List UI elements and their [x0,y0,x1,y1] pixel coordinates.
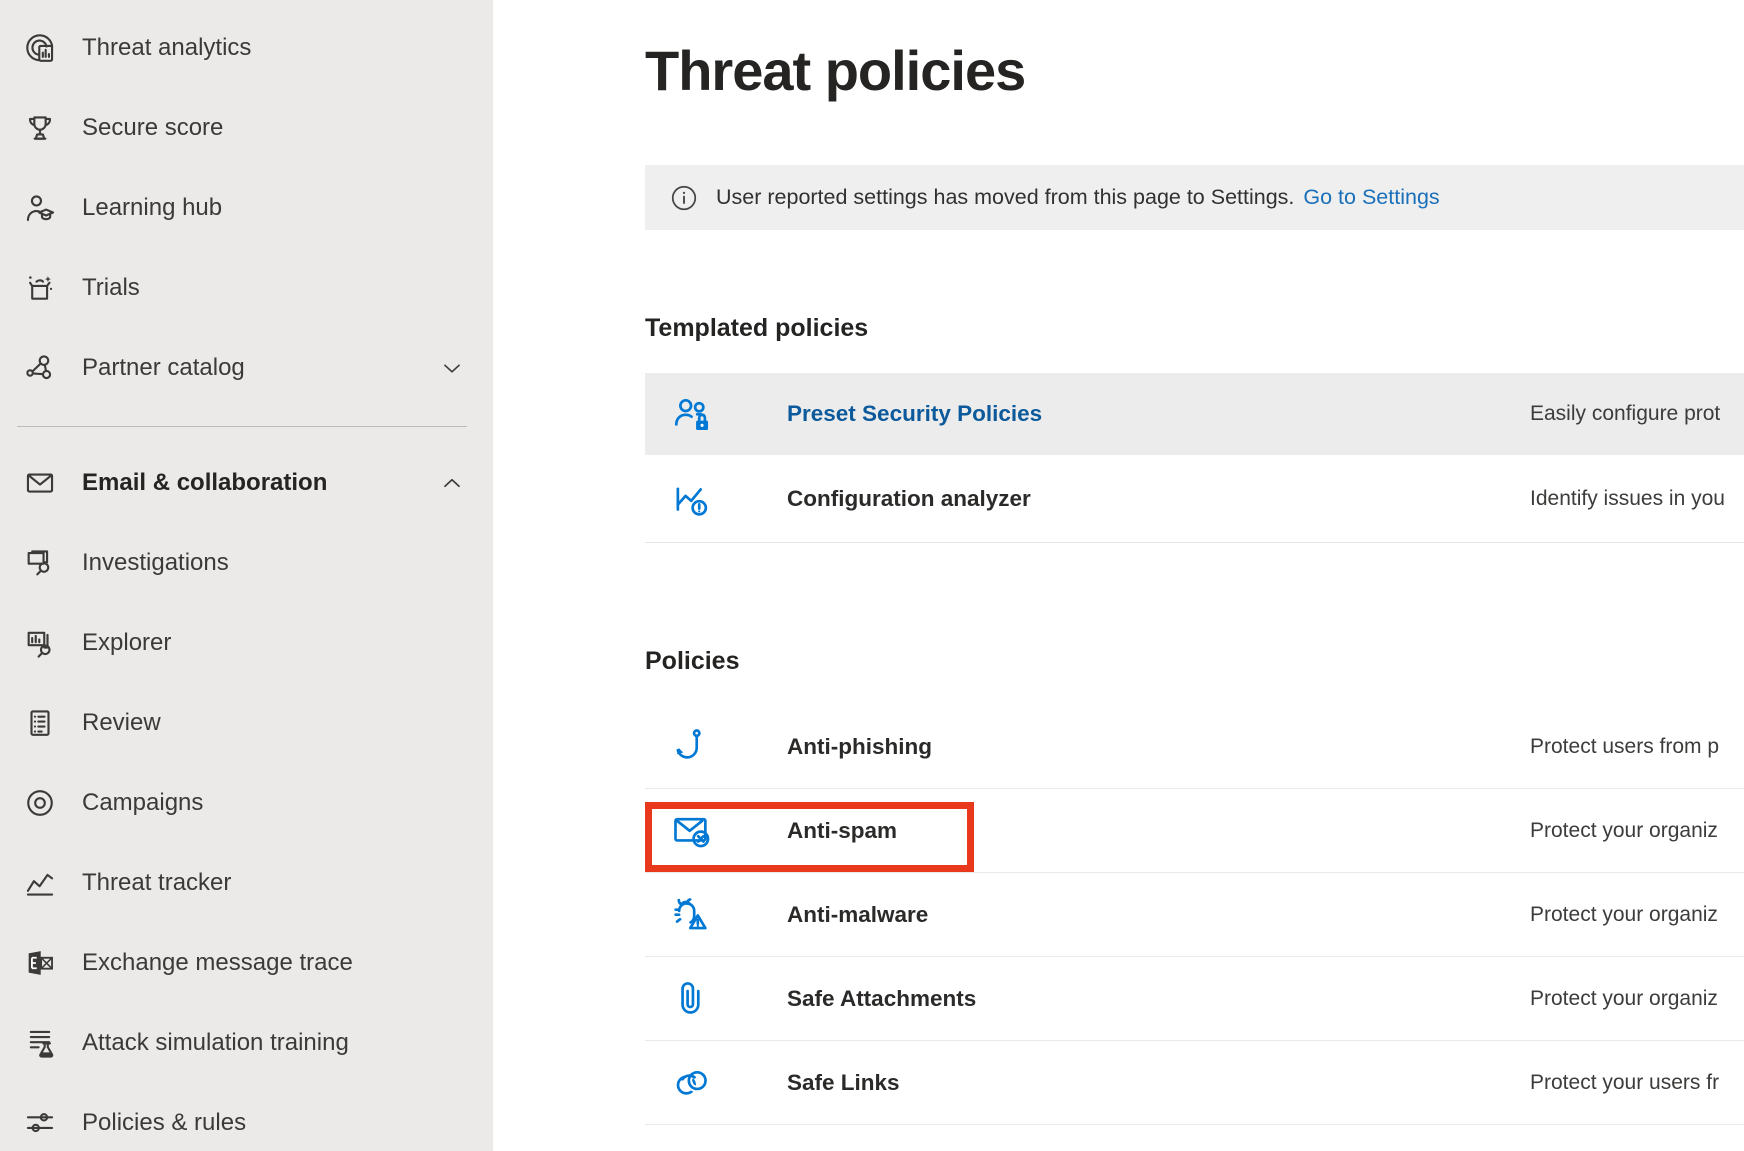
attack-simulation-training-icon [22,1025,58,1061]
sidebar-item-secure-score[interactable]: Secure score [0,88,493,168]
row-label: Safe Attachments [787,986,976,1012]
row-description: Easily configure prot [1530,402,1720,426]
chevron-up-icon[interactable] [439,470,465,496]
page-title: Threat policies [645,40,1025,102]
sidebar-item-label: Email & collaboration [82,469,327,497]
row-safe-links[interactable]: Safe Links Protect your users fr [645,1041,1744,1125]
chevron-down-icon[interactable] [439,355,465,381]
sidebar-item-label: Trials [82,274,140,302]
row-description: Protect your organiz [1530,987,1718,1011]
policies-rules-icon [22,1105,58,1141]
row-description: Protect your organiz [1530,819,1718,843]
templated-policies-list: Preset Security Policies Easily configur… [645,373,1744,543]
threat-analytics-icon [22,30,58,66]
sidebar-item-policies-rules[interactable]: Policies & rules [0,1083,493,1151]
sidebar-item-label: Campaigns [82,789,203,817]
configuration-analyzer-icon [669,476,715,522]
go-to-settings-link[interactable]: Go to Settings [1303,185,1439,210]
sidebar-item-label: Secure score [82,114,223,142]
safe-links-icon [669,1060,715,1106]
row-label: Anti-phishing [787,734,932,760]
sidebar-item-label: Attack simulation training [82,1029,349,1057]
exchange-message-trace-icon [22,945,58,981]
row-anti-spam[interactable]: Anti-spam Protect your organiz [645,789,1744,873]
learning-hub-icon [22,190,58,226]
sidebar-nav: Threat analytics Secure score Learning h… [0,0,493,1151]
anti-spam-icon [669,808,715,854]
row-label: Preset Security Policies [787,401,1042,427]
row-label: Anti-malware [787,902,928,928]
main-content: Threat policies User reported settings h… [493,0,1744,1151]
row-description: Identify issues in you [1530,487,1725,511]
policies-heading: Policies [645,647,740,676]
policies-list: Anti-phishing Protect users from p Anti-… [645,705,1744,1125]
campaigns-icon [22,785,58,821]
anti-phishing-icon [669,724,715,770]
safe-attachments-icon [669,976,715,1022]
row-label: Configuration analyzer [787,486,1031,512]
sidebar-item-investigations[interactable]: Investigations [0,523,493,603]
sidebar-item-label: Review [82,709,161,737]
defender-portal-screen: Threat analytics Secure score Learning h… [0,0,1744,1151]
mail-icon [22,465,58,501]
row-anti-malware[interactable]: Anti-malware Protect your organiz [645,873,1744,957]
info-icon [669,183,699,213]
sidebar-item-partner-catalog[interactable]: Partner catalog [0,328,493,408]
investigations-icon [22,545,58,581]
templated-policies-heading: Templated policies [645,314,868,343]
sidebar-item-learning-hub[interactable]: Learning hub [0,168,493,248]
sidebar-item-threat-tracker[interactable]: Threat tracker [0,843,493,923]
sidebar-item-label: Exchange message trace [82,949,353,977]
sidebar-item-email-collaboration[interactable]: Email & collaboration [0,443,493,523]
anti-malware-icon [669,892,715,938]
row-label: Safe Links [787,1070,900,1096]
sidebar-item-label: Explorer [82,629,171,657]
row-description: Protect your users fr [1530,1071,1719,1095]
sidebar-item-label: Partner catalog [82,354,245,382]
row-description: Protect your organiz [1530,903,1718,927]
threat-tracker-icon [22,865,58,901]
sidebar-item-label: Learning hub [82,194,222,222]
sidebar-item-review[interactable]: Review [0,683,493,763]
sidebar-item-exchange-message-trace[interactable]: Exchange message trace [0,923,493,1003]
info-banner: User reported settings has moved from th… [645,165,1744,230]
sidebar-item-attack-simulation-training[interactable]: Attack simulation training [0,1003,493,1083]
sidebar-divider [17,426,467,427]
row-safe-attachments[interactable]: Safe Attachments Protect your organiz [645,957,1744,1041]
explorer-icon [22,625,58,661]
sidebar-item-label: Investigations [82,549,229,577]
partner-catalog-icon [22,350,58,386]
banner-message: User reported settings has moved from th… [716,185,1294,210]
sidebar-item-trials[interactable]: Trials [0,248,493,328]
row-anti-phishing[interactable]: Anti-phishing Protect users from p [645,705,1744,789]
review-icon [22,705,58,741]
trials-icon [22,270,58,306]
sidebar-item-label: Policies & rules [82,1109,246,1137]
sidebar-item-explorer[interactable]: Explorer [0,603,493,683]
row-preset-security-policies[interactable]: Preset Security Policies Easily configur… [645,373,1744,455]
row-configuration-analyzer[interactable]: Configuration analyzer Identify issues i… [645,455,1744,543]
sidebar-item-campaigns[interactable]: Campaigns [0,763,493,843]
trophy-icon [22,110,58,146]
sidebar-item-label: Threat tracker [82,869,231,897]
row-label: Anti-spam [787,818,897,844]
sidebar-item-label: Threat analytics [82,34,251,62]
sidebar-item-threat-analytics[interactable]: Threat analytics [0,8,493,88]
preset-security-policies-icon [669,391,715,437]
row-description: Protect users from p [1530,735,1719,759]
